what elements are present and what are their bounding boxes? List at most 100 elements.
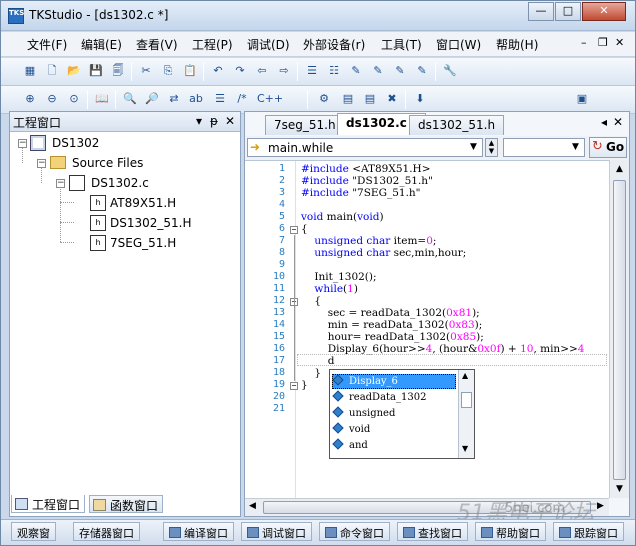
menu-view[interactable]: 查看(V) [136,36,178,53]
maximize-button[interactable]: □ [555,2,581,21]
nav-back-icon[interactable]: ⇦ [253,62,271,80]
autocomplete-item[interactable]: readData_1302 [332,390,426,403]
tree-header-7seg-51[interactable]: 7SEG_51.H [110,236,176,250]
nav-spinner[interactable]: ▲ ▼ [485,138,498,157]
scroll-left-icon[interactable]: ◀ [249,501,256,511]
scroll-down-icon[interactable]: ▼ [612,482,627,497]
close-button[interactable]: ✕ [582,2,626,21]
toolbar-separator [203,62,204,81]
nav-forward-icon[interactable]: ⇨ [275,62,293,80]
fold-toggle[interactable]: − [290,382,298,390]
tab-command-window[interactable]: 命令窗口 [319,522,390,541]
autocomplete-scroll-thumb[interactable] [461,392,472,408]
download-icon[interactable]: ⬇ [411,90,429,108]
open-folder-icon[interactable]: 📂 [65,62,83,80]
tab-find-window[interactable]: 查找窗口 [397,522,468,541]
tree-header-at89x51[interactable]: AT89X51.H [110,196,176,210]
symbol-dropdown[interactable]: ▼ [503,138,585,157]
menu-file[interactable]: 文件(F) [27,36,67,53]
zoom-in-icon[interactable]: ⊕ [21,90,39,108]
scroll-down-icon[interactable]: ▼ [462,444,468,453]
redo-icon[interactable]: ↷ [231,62,249,80]
indent-icon[interactable]: ☰ [303,62,321,80]
tab-project-window[interactable]: 工程窗口 [11,495,86,513]
scroll-right-icon[interactable]: ▶ [597,501,604,511]
autocomplete-popup[interactable]: Display_6 readData_1302 unsigned void and ▲ … [329,369,475,459]
paste-icon[interactable]: 📋 [181,62,199,80]
menu-help[interactable]: 帮助(H) [496,36,538,53]
scroll-thumb[interactable] [613,180,626,480]
tree-expander[interactable]: − [18,139,27,148]
rebuild-icon[interactable]: ▤ [361,90,379,108]
bookmark-icon[interactable]: ✎ [347,62,365,80]
autocomplete-item[interactable]: void [332,422,370,435]
menu-tools[interactable]: 工具(T) [381,36,422,53]
scroll-up-icon[interactable]: ▲ [462,371,468,380]
stop-build-icon[interactable]: ✖ [383,90,401,108]
zoom-fit-icon[interactable]: ⊙ [65,90,83,108]
minimize-button[interactable]: — [528,2,554,21]
autocomplete-scrollbar[interactable]: ▲ ▼ [458,370,474,458]
tab-compile-window[interactable]: 编译窗口 [163,522,234,541]
cut-icon[interactable]: ✂ [137,62,155,80]
mdi-minimize-button[interactable]: – [581,36,587,49]
tab-close-icon[interactable]: ✕ [613,115,623,129]
scroll-up-icon[interactable]: ▲ [612,162,627,177]
tree-header-ds1302-51[interactable]: DS1302_51.H [110,216,192,230]
menu-peripherals[interactable]: 外部设备(r) [303,36,365,53]
new-file-icon[interactable]: 🗋 [43,62,61,80]
find-in-files-icon[interactable]: 🔎 [143,90,161,108]
menu-debug[interactable]: 调试(D) [247,36,290,53]
compile-icon[interactable]: ▤ [339,90,357,108]
tree-file-ds1302c[interactable]: DS1302.c [91,176,149,190]
build-icon[interactable]: ⚙ [315,90,333,108]
spell-icon[interactable]: ab [187,90,205,108]
tab-function-window[interactable]: 函数窗口 [89,495,164,513]
autocomplete-item[interactable]: Display_6 [332,374,398,387]
replace-icon[interactable]: ⇄ [165,90,183,108]
zoom-out-icon[interactable]: ⊖ [43,90,61,108]
fold-toggle[interactable]: − [290,226,298,234]
mdi-close-button[interactable]: ✕ [615,36,624,49]
find-icon[interactable]: 🔍 [121,90,139,108]
function-nav-dropdown[interactable]: ➜ main.while ▼ [247,138,483,157]
menu-edit[interactable]: 编辑(E) [81,36,122,53]
tab-7seg-51-h[interactable]: 7seg_51.h [265,115,345,135]
menu-window[interactable]: 窗口(W) [436,36,481,53]
pin-icon[interactable]: ᵽ [210,114,218,128]
panel-dropdown-icon[interactable]: ▾ [196,114,202,128]
tree-folder-source-files[interactable]: Source Files [72,156,143,170]
mdi-restore-button[interactable]: ❐ [598,36,608,49]
panel-close-icon[interactable]: ✕ [225,114,235,128]
tab-watch-window[interactable]: 观察窗 [11,522,56,541]
outdent-icon[interactable]: ☷ [325,62,343,80]
tab-ds1302-51-h[interactable]: ds1302_51.h [409,115,505,135]
copy-icon[interactable]: ⎘ [159,62,177,80]
save-all-icon[interactable]: 🗐 [109,62,127,80]
tab-trace-window[interactable]: 跟踪窗口 [553,522,624,541]
tree-project[interactable]: DS1302 [52,136,99,150]
save-icon[interactable]: 💾 [87,62,105,80]
menu-project[interactable]: 工程(P) [192,36,233,53]
tab-help-window[interactable]: 帮助窗口 [475,522,546,541]
tab-scroll-left-icon[interactable]: ◂ [601,115,607,129]
undo-icon[interactable]: ↶ [209,62,227,80]
go-button[interactable]: ↻ Go [589,137,627,158]
tab-debug-window[interactable]: 调试窗口 [241,522,312,541]
autocomplete-item[interactable]: and [332,438,368,451]
book-icon[interactable]: 📖 [93,90,111,108]
settings-icon[interactable]: 🔧 [441,62,459,80]
bookmark-prev-icon[interactable]: ✎ [391,62,409,80]
panel-icon[interactable]: ▣ [573,90,591,108]
tab-memory-window[interactable]: 存储器窗口 [73,522,140,541]
bookmark-clear-icon[interactable]: ✎ [413,62,431,80]
vertical-scrollbar[interactable]: ▲ ▼ [609,160,629,498]
bookmark-next-icon[interactable]: ✎ [369,62,387,80]
autocomplete-item[interactable]: unsigned [332,406,395,419]
new-project-icon[interactable]: ▦ [21,62,39,80]
cpp-icon[interactable]: C++ [257,90,283,108]
comment-icon[interactable]: /* [233,90,251,108]
tree-expander[interactable]: − [37,159,46,168]
tree-expander[interactable]: − [56,179,65,188]
list-icon[interactable]: ☰ [211,90,229,108]
